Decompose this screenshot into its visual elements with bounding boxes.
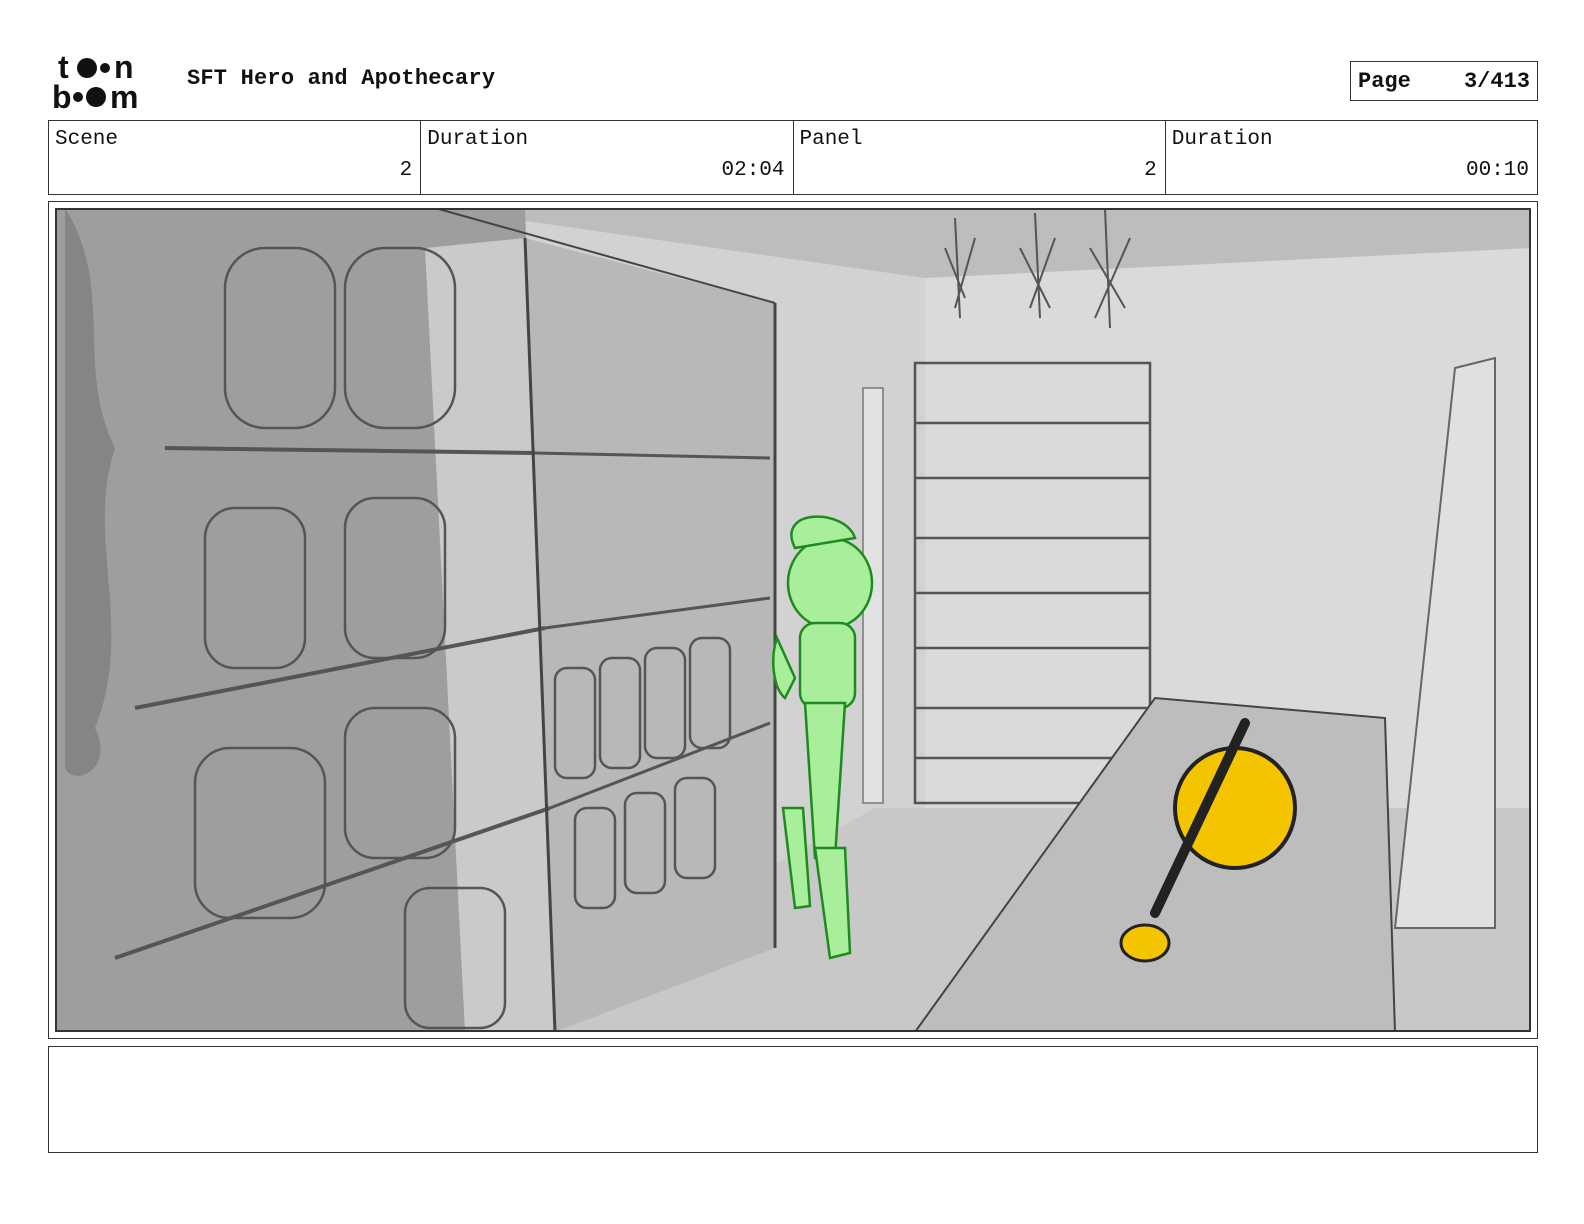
project-title: SFT Hero and Apothecary	[187, 66, 496, 91]
page-label: Page	[1358, 68, 1411, 94]
panel-duration-label: Duration	[1171, 128, 1273, 151]
panel-duration-cell: Duration 00:10	[1166, 121, 1537, 194]
svg-text:b: b	[52, 79, 72, 112]
scene-duration-value: 02:04	[721, 159, 785, 182]
panel-value: 2	[1144, 159, 1157, 182]
scene-duration-cell: Duration 02:04	[421, 121, 794, 194]
scene-label: Scene	[55, 128, 119, 151]
scene-info-row: Scene 2 Duration 02:04 Panel 2 Duration …	[48, 120, 1538, 195]
page-number: 3/413	[1463, 68, 1530, 94]
scene-duration-label: Duration	[427, 128, 529, 151]
storyboard-sketch-image	[55, 208, 1531, 1032]
storyboard-panel-frame	[48, 201, 1538, 1039]
svg-text:m: m	[110, 79, 138, 112]
panel-notes-box	[48, 1046, 1538, 1153]
panel-cell: Panel 2	[794, 121, 1166, 194]
scene-cell: Scene 2	[49, 121, 422, 194]
toonboom-logo: t n b m	[50, 49, 165, 115]
panel-duration-value: 00:10	[1465, 159, 1529, 182]
panel-label: Panel	[799, 128, 863, 151]
scene-value: 2	[399, 159, 413, 182]
page-indicator: Page 3/413	[1350, 61, 1538, 101]
